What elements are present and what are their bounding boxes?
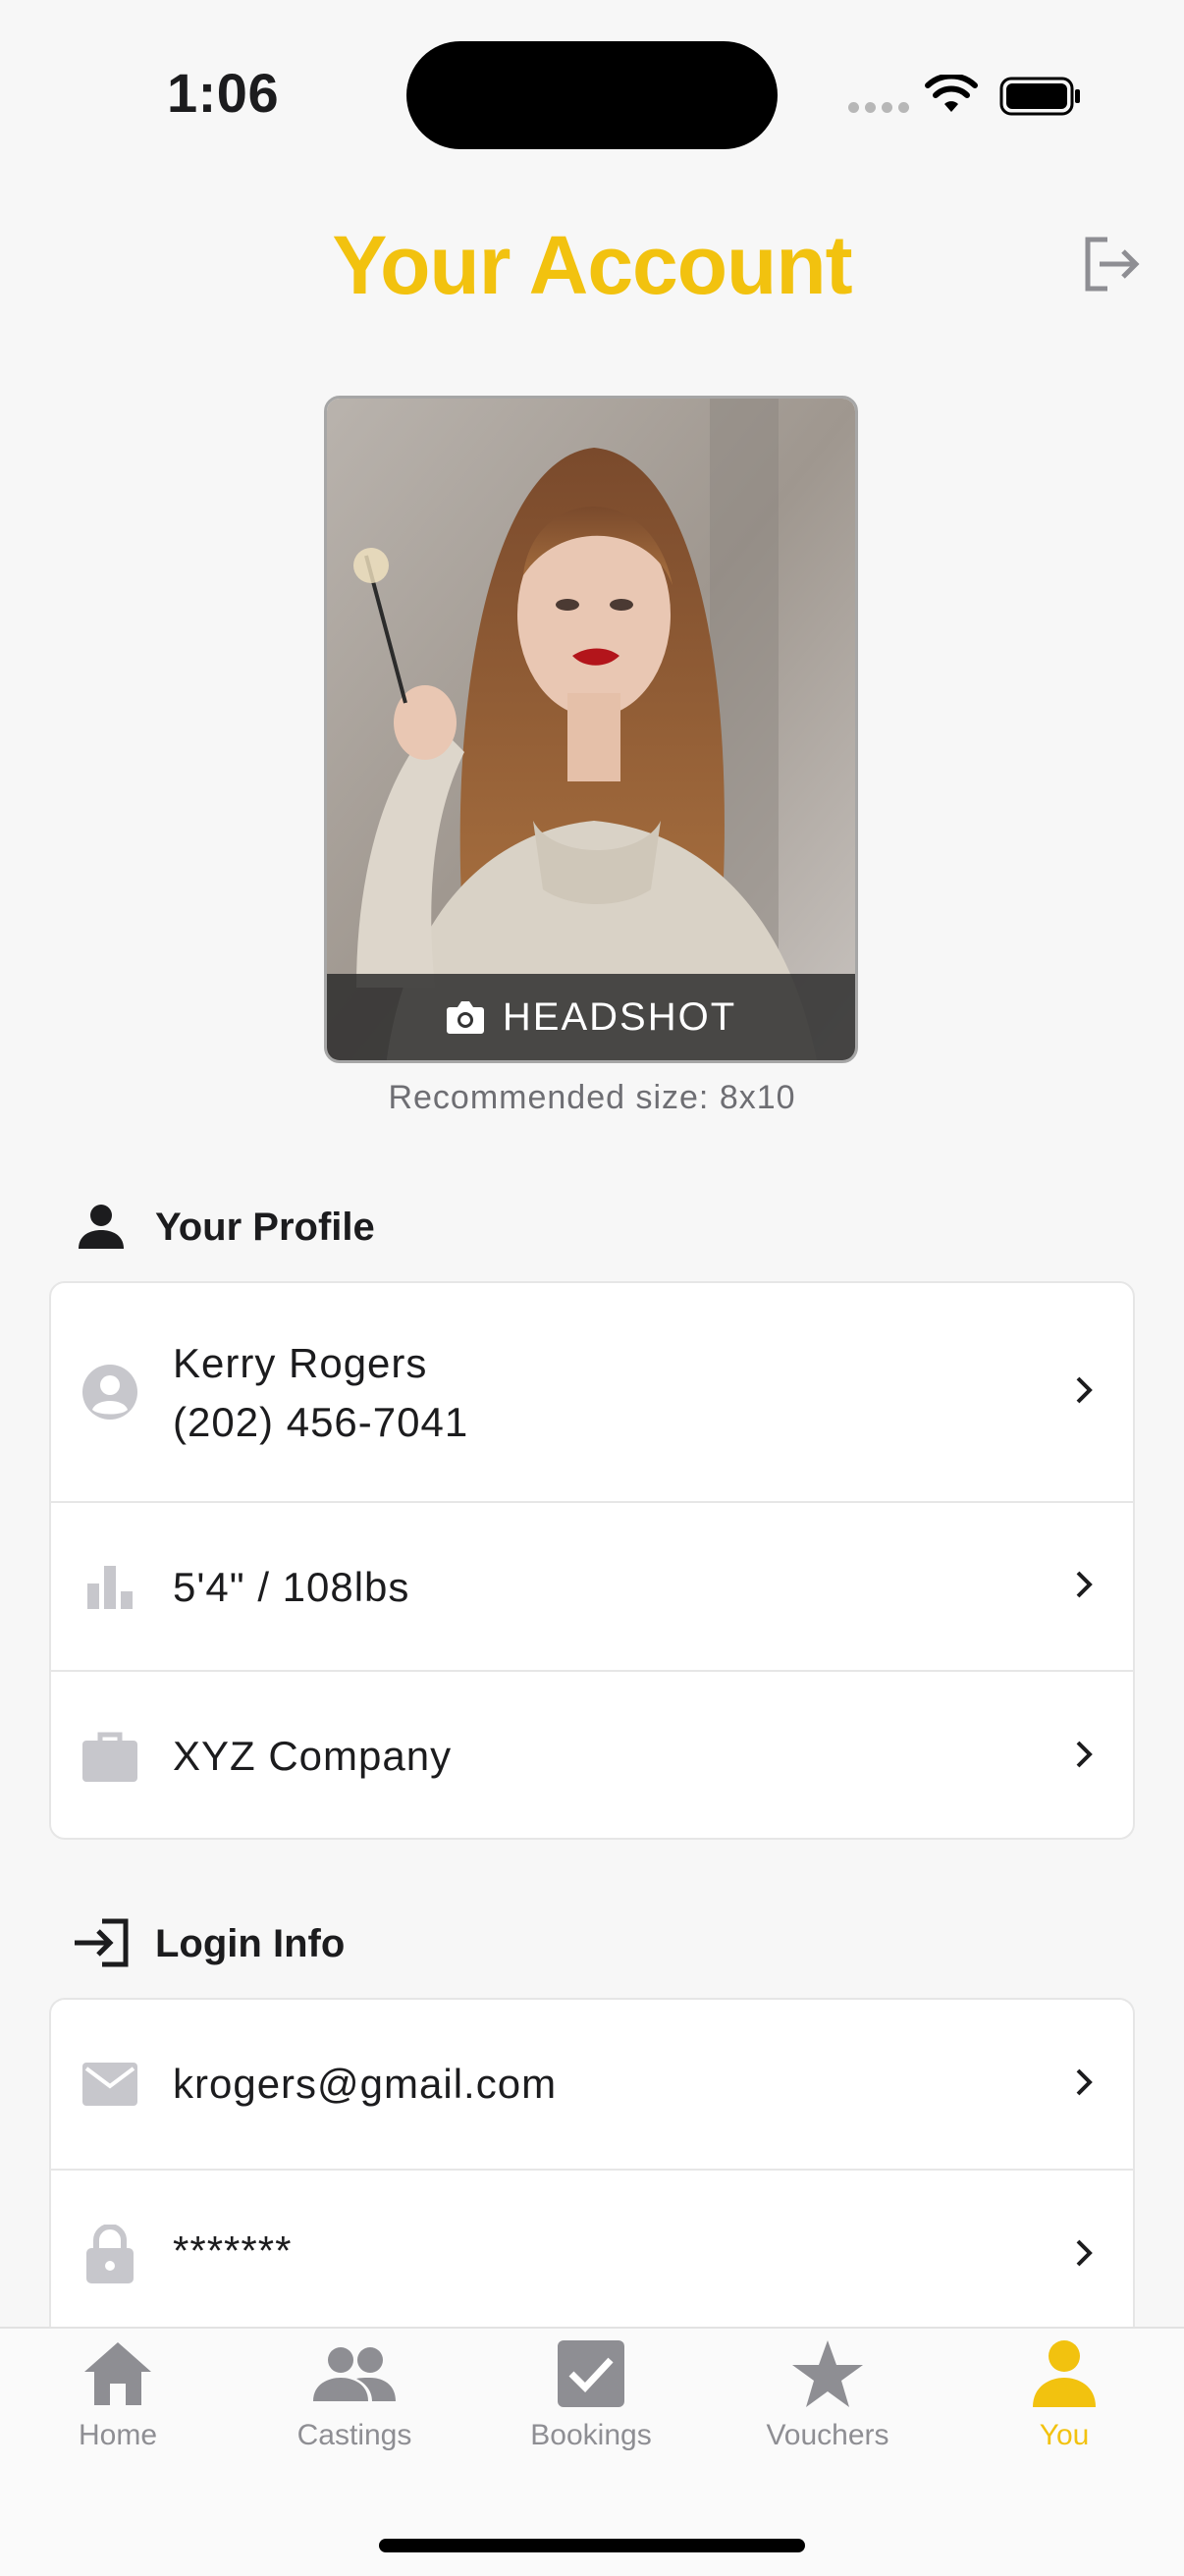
profile-phone: (202) 456-7041 [173, 1399, 469, 1445]
chevron-right-icon [1074, 2066, 1094, 2103]
bar-chart-icon [81, 1564, 139, 1609]
headshot-button-label: HEADSHOT [502, 994, 737, 1039]
tab-home-label: Home [78, 2419, 158, 2451]
profile-measurements: 5'4" / 108lbs [173, 1564, 410, 1610]
tab-vouchers-label: Vouchers [766, 2419, 889, 2451]
profile-company: XYZ Company [173, 1733, 453, 1779]
headshot-button[interactable]: HEADSHOT [327, 974, 855, 1060]
star-icon [792, 2340, 863, 2407]
login-password-row[interactable]: ******* [51, 2171, 1133, 2339]
tab-vouchers[interactable]: Vouchers [729, 2338, 926, 2452]
account-circle-icon [81, 1363, 139, 1422]
headshot-photo [327, 399, 855, 1060]
profile-company-row[interactable]: XYZ Company [51, 1672, 1133, 1838]
profile-card: Kerry Rogers (202) 456-7041 5'4" / 108lb… [49, 1281, 1135, 1840]
battery-icon [999, 77, 1082, 121]
headshot-image[interactable]: HEADSHOT [324, 396, 858, 1063]
dynamic-island [406, 41, 778, 149]
login-password: ******* [173, 2227, 293, 2274]
profile-name-row[interactable]: Kerry Rogers (202) 456-7041 [51, 1283, 1133, 1503]
person-icon [77, 1204, 126, 1256]
login-icon [73, 1918, 130, 1972]
headshot-size-hint: Recommended size: 8x10 [388, 1079, 796, 1116]
login-section-title: Login Info [155, 1922, 346, 1965]
chevron-right-icon [1074, 1569, 1094, 1605]
mail-icon [81, 2061, 139, 2108]
status-time: 1:06 [167, 62, 280, 124]
page-title: Your Account [332, 219, 852, 311]
signal-icon [848, 102, 909, 113]
person-icon [1033, 2340, 1096, 2407]
checkbox-icon [558, 2340, 624, 2407]
wifi-icon [925, 73, 978, 119]
tab-bookings-label: Bookings [530, 2419, 652, 2451]
profile-measurements-row[interactable]: 5'4" / 108lbs [51, 1503, 1133, 1672]
chevron-right-icon [1074, 2237, 1094, 2274]
login-email: krogers@gmail.com [173, 2061, 558, 2107]
tab-you[interactable]: You [966, 2338, 1162, 2452]
home-icon [84, 2342, 151, 2405]
tab-castings-label: Castings [296, 2419, 412, 2451]
home-indicator [379, 2539, 805, 2552]
tab-bookings[interactable]: Bookings [493, 2338, 689, 2452]
profile-section-title: Your Profile [155, 1206, 375, 1249]
chevron-right-icon [1074, 1739, 1094, 1775]
tab-castings[interactable]: Castings [256, 2338, 453, 2452]
camera-icon [446, 1001, 484, 1034]
people-icon [313, 2347, 396, 2401]
logout-icon [1085, 237, 1140, 292]
chevron-right-icon [1074, 1374, 1094, 1411]
login-email-row[interactable]: krogers@gmail.com [51, 2000, 1133, 2171]
briefcase-icon [81, 1731, 139, 1784]
logout-button[interactable] [1078, 232, 1143, 301]
lock-icon [81, 2225, 139, 2285]
profile-name: Kerry Rogers [173, 1340, 428, 1386]
tab-you-label: You [1039, 2419, 1090, 2451]
tab-home[interactable]: Home [20, 2338, 216, 2452]
